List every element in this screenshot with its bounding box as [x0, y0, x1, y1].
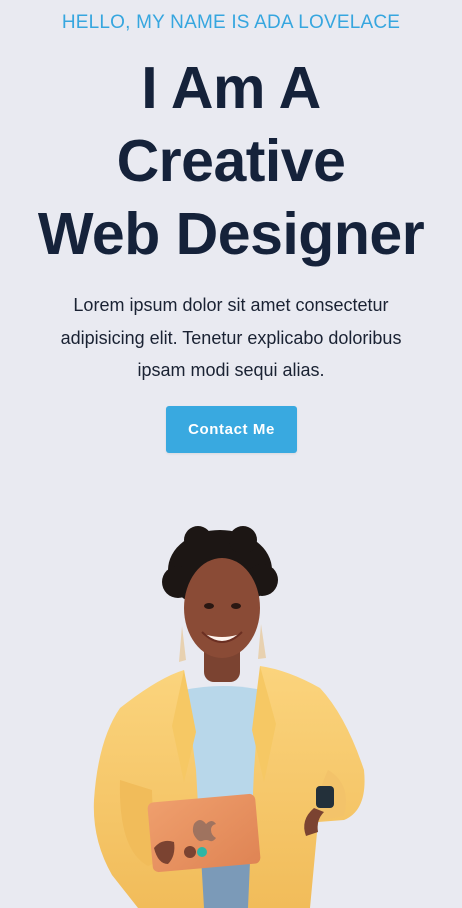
hero-headline: I Am A Creative Web Designer	[0, 52, 462, 271]
headline-line: Web Designer	[37, 201, 425, 267]
greeting-text: HELLO, MY NAME IS ADA LOVELACE	[61, 12, 401, 33]
intro-paragraph: Lorem ipsum dolor sit amet consectetur a…	[30, 289, 432, 387]
intro-line: ipsam modi sequi alias.	[137, 360, 325, 380]
headline-line: Creative	[116, 128, 346, 194]
contact-me-button[interactable]: Contact Me	[166, 406, 297, 453]
intro-line: adipisicing elit. Tenetur explicabo dolo…	[60, 327, 402, 348]
portrait-image	[93, 526, 365, 908]
headline-line: I Am A	[141, 55, 321, 121]
intro-line: Lorem ipsum dolor sit amet consectetur	[73, 295, 389, 315]
